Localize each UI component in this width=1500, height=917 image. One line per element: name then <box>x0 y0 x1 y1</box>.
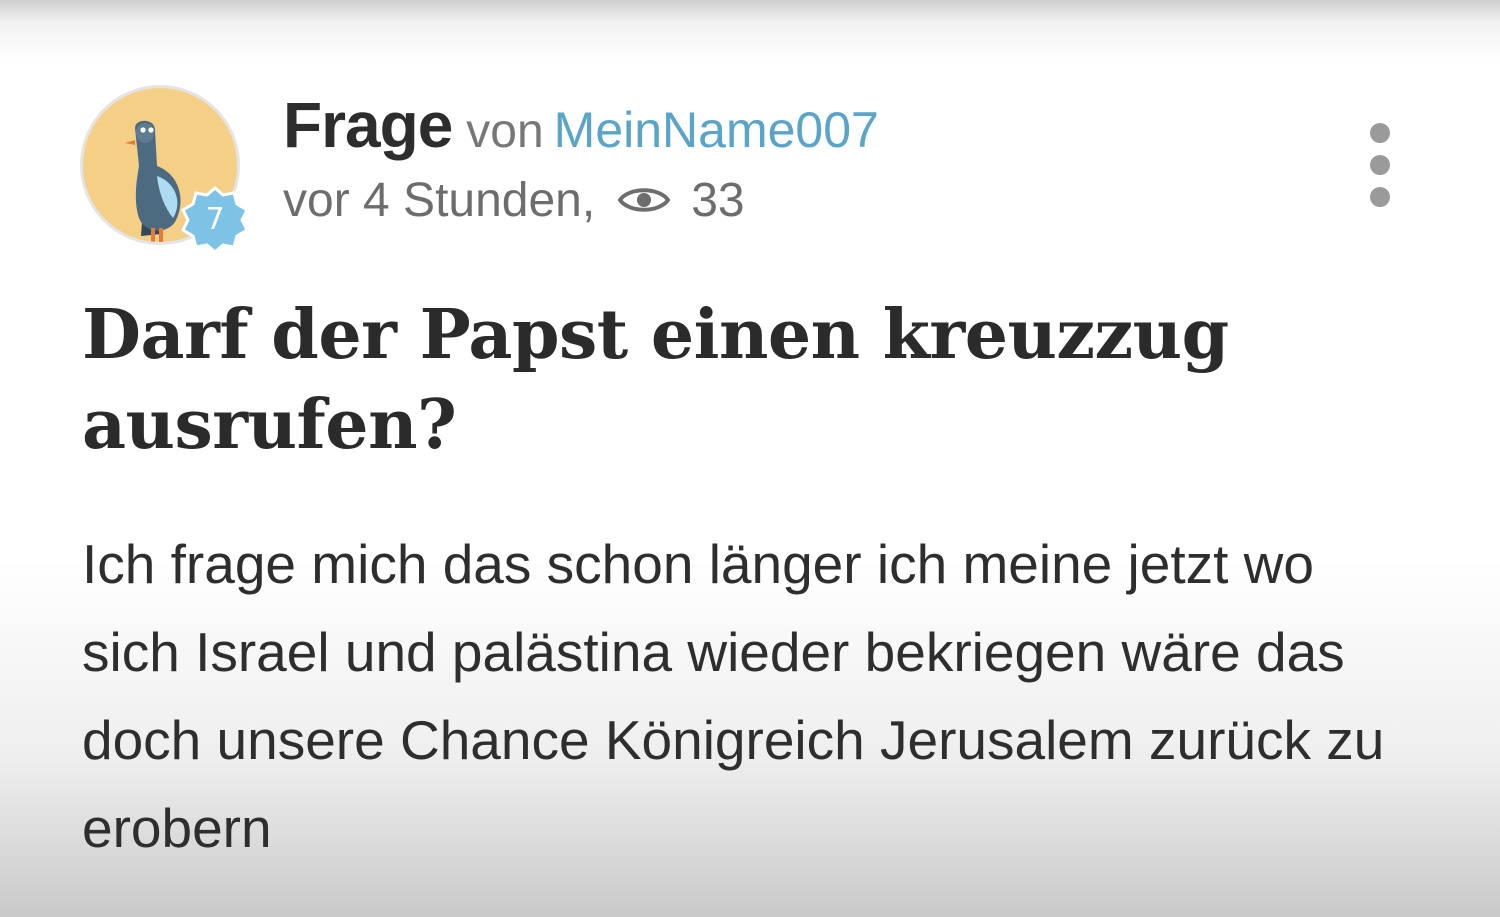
post-header-line: Frage von MeinName007 <box>283 88 1283 168</box>
menu-dot <box>1370 123 1390 143</box>
view-count: 33 <box>691 173 745 227</box>
by-label: von <box>466 105 544 158</box>
author-link[interactable]: MeinName007 <box>554 102 879 158</box>
menu-dot <box>1370 155 1390 175</box>
more-vertical-icon[interactable] <box>1360 115 1400 215</box>
question-body: Ich frage mich das schon länger ich mein… <box>82 533 1385 859</box>
menu-dot <box>1370 187 1390 207</box>
post-time: vor 4 Stunden, <box>283 173 596 227</box>
level-number: 7 <box>205 202 225 237</box>
post-stats-line: vor 4 Stunden, 33 <box>283 170 1283 230</box>
eye-icon <box>617 183 671 217</box>
post-type-label: Frage <box>283 89 453 161</box>
question-card: 7 Frage von MeinName007 vor 4 Stunden, 33 … <box>0 0 1500 917</box>
level-badge: 7 <box>180 185 250 255</box>
author-avatar[interactable]: 7 <box>80 85 250 255</box>
post-meta: Frage von MeinName007 vor 4 Stunden, 33 <box>283 88 1283 230</box>
question-title: Darf der Papst einen kreuzzug ausrufen? <box>82 295 1229 465</box>
